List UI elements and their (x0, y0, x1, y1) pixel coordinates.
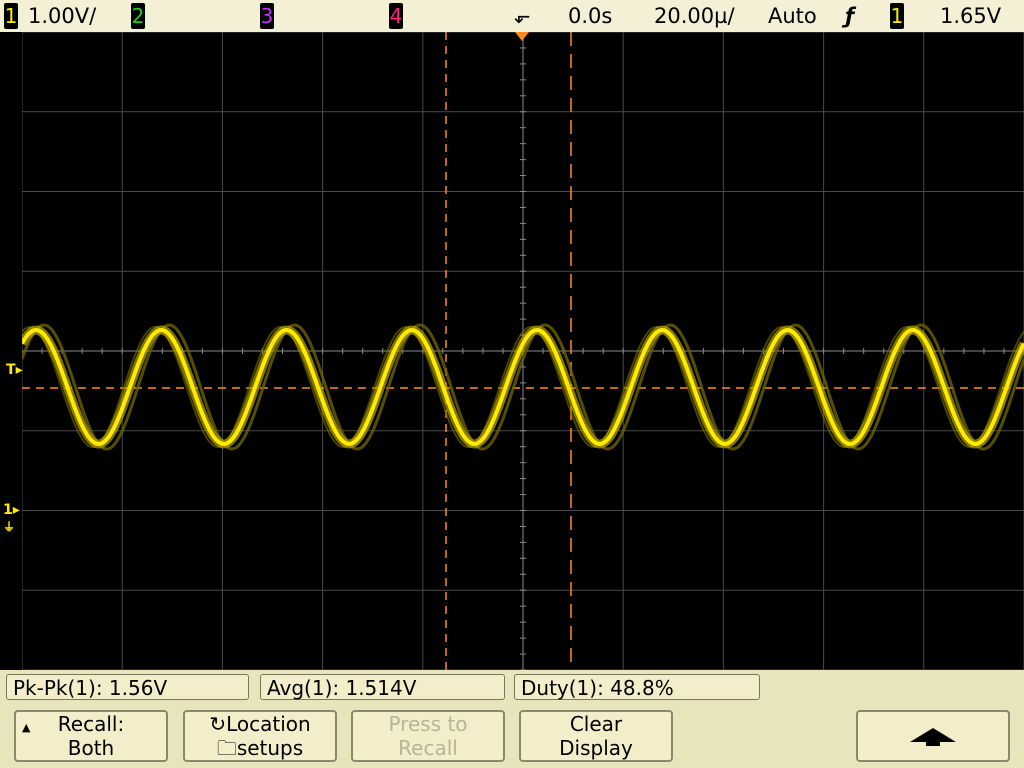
recall-both-button[interactable]: ▲ Recall: Both (14, 710, 168, 762)
channel-2-indicator[interactable]: 2 (131, 3, 145, 29)
location-setups-button[interactable]: ↻Location 🗀setups (183, 710, 337, 762)
press-to-recall-button[interactable]: Press to Recall (351, 710, 505, 762)
measurement-avg: Avg(1): 1.514V (260, 674, 505, 700)
delay-icon: ⬐ (514, 4, 531, 28)
trigger-source-indicator[interactable]: 1 (890, 3, 904, 29)
timebase-value: 20.00µ/ (654, 4, 735, 28)
channel-4-indicator[interactable]: 4 (389, 3, 403, 29)
channel-1-indicator[interactable]: 1 (4, 3, 18, 29)
folder-icon: 🗀 (216, 736, 237, 760)
channel-3-indicator[interactable]: 3 (260, 3, 274, 29)
rotate-knob-icon: ↻ (209, 712, 227, 736)
softkey-panel: Pk-Pk(1): 1.56V Avg(1): 1.514V Duty(1): … (0, 670, 1024, 768)
ground-marker-icon: 1▸ ⏚ (3, 502, 20, 534)
trigger-point-marker (515, 32, 529, 41)
trigger-mode: Auto (768, 4, 817, 28)
up-arrow-icon (910, 728, 956, 746)
measurement-pkpk: Pk-Pk(1): 1.56V (6, 674, 249, 700)
trigger-slope-icon: ƒ (845, 4, 855, 28)
channel-1-scale: 1.00V/ (28, 4, 97, 28)
waveform-display[interactable]: T▸ 1▸ ⏚ (0, 32, 1024, 670)
status-bar: 1 1.00V/ 2 3 4 ⬐ 0.0s 20.00µ/ Auto ƒ 1 1… (0, 0, 1024, 32)
menu-up-button[interactable] (856, 710, 1010, 762)
menu-arrow-icon: ▲ (22, 721, 31, 734)
trigger-level-marker: T▸ (6, 362, 23, 378)
measurement-duty: Duty(1): 48.8% (514, 674, 760, 700)
trigger-level: 1.65V (940, 4, 1002, 28)
delay-value: 0.0s (568, 4, 613, 28)
clear-display-button[interactable]: Clear Display (519, 710, 673, 762)
graticule (22, 32, 1024, 670)
